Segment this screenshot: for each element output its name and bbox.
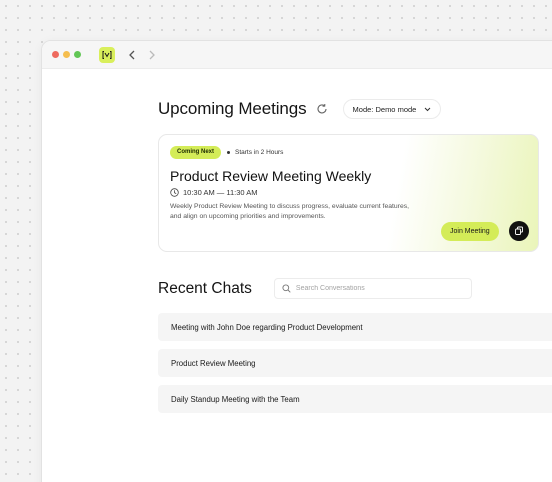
- join-meeting-button[interactable]: Join Meeting: [441, 222, 499, 241]
- meeting-title: Product Review Meeting Weekly: [170, 168, 372, 184]
- window-titlebar: [42, 41, 552, 69]
- meeting-status-row: Coming Next Starts in 2 Hours: [170, 146, 283, 159]
- chevron-down-icon: [424, 107, 431, 112]
- app-window: Upcoming Meetings Mode: Demo mode Coming…: [41, 40, 552, 482]
- meeting-time: 10:30 AM — 11:30 AM: [183, 188, 258, 197]
- upcoming-meetings-title: Upcoming Meetings: [158, 99, 307, 118]
- mode-select[interactable]: Mode: Demo mode: [342, 99, 442, 119]
- app-logo-icon[interactable]: [99, 46, 115, 63]
- upcoming-meeting-card: Coming Next Starts in 2 Hours Product Re…: [158, 134, 539, 252]
- recent-chats-header: Recent Chats: [158, 278, 472, 299]
- starts-in-text: Starts in 2 Hours: [227, 149, 283, 156]
- main-content: Upcoming Meetings Mode: Demo mode Coming…: [158, 97, 552, 413]
- meeting-description: Weekly Product Review Meeting to discuss…: [170, 203, 410, 220]
- copy-link-button[interactable]: [509, 221, 529, 241]
- status-badge: Coming Next: [170, 146, 222, 159]
- chat-list-item[interactable]: Daily Standup Meeting with the Team: [158, 385, 552, 413]
- meeting-time-row: 10:30 AM — 11:30 AM: [170, 188, 258, 197]
- chat-list-item[interactable]: Product Review Meeting: [158, 349, 552, 377]
- upcoming-header: Upcoming Meetings Mode: Demo mode: [158, 97, 552, 121]
- minimize-window-button[interactable]: [63, 51, 70, 58]
- chevron-left-icon[interactable]: [125, 48, 139, 62]
- chat-list-item[interactable]: Meeting with John Doe regarding Product …: [158, 313, 552, 341]
- search-input[interactable]: [295, 285, 456, 292]
- maximize-window-button[interactable]: [74, 51, 81, 58]
- starts-in-label: Starts in 2 Hours: [235, 149, 284, 156]
- chevron-right-icon[interactable]: [145, 48, 159, 62]
- close-window-button[interactable]: [52, 51, 59, 58]
- copy-icon: [515, 226, 523, 235]
- recent-chats-title: Recent Chats: [158, 279, 252, 297]
- search-conversations-box[interactable]: [273, 278, 472, 299]
- refresh-icon[interactable]: [315, 102, 329, 116]
- clock-icon: [170, 188, 179, 197]
- search-icon: [282, 284, 291, 293]
- bullet-dot: [227, 151, 231, 154]
- mode-select-label: Mode: Demo mode: [352, 104, 417, 114]
